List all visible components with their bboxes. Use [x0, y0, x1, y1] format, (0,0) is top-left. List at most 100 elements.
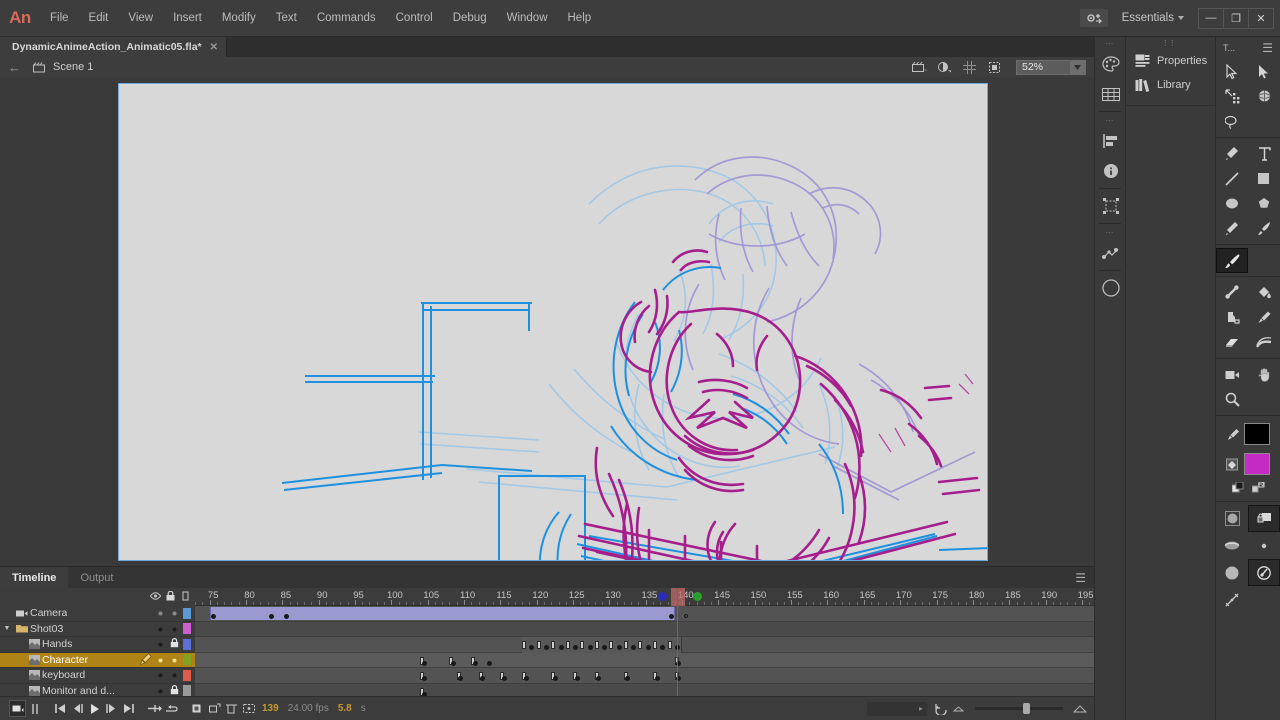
- menu-edit[interactable]: Edit: [79, 0, 119, 37]
- text-tool-icon[interactable]: [1248, 141, 1280, 166]
- keyframe-dot[interactable]: [587, 645, 593, 650]
- keyframe-marker[interactable]: [522, 641, 527, 649]
- new-folder-icon[interactable]: [206, 700, 223, 717]
- menu-view[interactable]: View: [118, 0, 163, 37]
- frame-row[interactable]: [195, 652, 1094, 668]
- layer-visibility-toggle[interactable]: [153, 608, 167, 618]
- keyframe-dot[interactable]: [596, 676, 602, 681]
- playhead-handle[interactable]: [670, 588, 685, 606]
- layer-outline-color-chip[interactable]: [183, 623, 191, 635]
- keyframe-marker[interactable]: [536, 641, 541, 649]
- lasso-tool-icon[interactable]: [1216, 109, 1248, 134]
- ink-bottle-tool-icon[interactable]: [1216, 305, 1248, 330]
- keyframe-marker[interactable]: [594, 641, 599, 649]
- loop-range-icon[interactable]: [163, 700, 180, 717]
- brush-mode-icon[interactable]: [1248, 559, 1280, 586]
- keyframe-dot[interactable]: [211, 614, 217, 619]
- play-icon[interactable]: [86, 700, 103, 717]
- layer-outline-color-chip[interactable]: [183, 654, 191, 666]
- zoom-control[interactable]: 52%: [1016, 59, 1086, 75]
- fill-color-swatch[interactable]: [1244, 453, 1270, 475]
- close-button[interactable]: ✕: [1248, 7, 1274, 29]
- tools-menu-icon[interactable]: ☰: [1262, 41, 1273, 55]
- selection-tool-icon[interactable]: [1216, 59, 1248, 84]
- keyframe-dot[interactable]: [625, 676, 631, 681]
- keyframe-dot[interactable]: [283, 614, 289, 619]
- layer-row-keyboard[interactable]: keyboard: [0, 668, 195, 684]
- edit-pencil-icon[interactable]: [139, 653, 153, 667]
- layer-visibility-toggle[interactable]: [153, 639, 167, 649]
- camera-tool-icon[interactable]: [1216, 362, 1248, 387]
- paint-bucket-tool-icon[interactable]: [1248, 280, 1280, 305]
- loop-playback-icon[interactable]: [933, 700, 950, 717]
- frame-row[interactable]: [195, 683, 1094, 696]
- keyframe-dot[interactable]: [421, 660, 427, 666]
- minimize-button[interactable]: —: [1198, 7, 1224, 29]
- pen-tool-icon[interactable]: [1216, 141, 1248, 166]
- black-white-icon[interactable]: [1231, 481, 1244, 494]
- keyframe-marker[interactable]: [653, 641, 657, 649]
- frame-row[interactable]: [195, 606, 1094, 622]
- panel-library[interactable]: Library: [1126, 73, 1215, 97]
- color-palette-icon[interactable]: [1095, 49, 1126, 79]
- frame-row[interactable]: [195, 637, 1094, 653]
- playhead[interactable]: [676, 588, 678, 696]
- keyframe-dot[interactable]: [523, 676, 529, 681]
- workspace-switcher-icon[interactable]: [1079, 9, 1108, 27]
- layer-name[interactable]: Character: [42, 654, 88, 666]
- keyframe-dot[interactable]: [487, 660, 493, 666]
- keyframe-dot[interactable]: [574, 676, 580, 681]
- keyframe-marker[interactable]: [580, 641, 585, 649]
- scene-label[interactable]: Scene 1: [53, 61, 93, 73]
- layer-name[interactable]: Hands: [42, 638, 72, 650]
- creative-cloud-icon[interactable]: [1095, 273, 1126, 303]
- layer-lock-toggle[interactable]: [167, 655, 181, 665]
- swap-colors-icon[interactable]: [1252, 481, 1265, 494]
- keyframe-marker[interactable]: [565, 641, 570, 649]
- layer-visibility-toggle[interactable]: [153, 624, 167, 634]
- chevron-down-icon[interactable]: [1070, 60, 1085, 74]
- bone-tool-icon[interactable]: [1216, 280, 1248, 305]
- keyframe-marker[interactable]: [667, 641, 672, 649]
- keyframe-marker[interactable]: [609, 641, 614, 649]
- rectangle-tool-icon[interactable]: [1248, 166, 1280, 191]
- brush-size-icon[interactable]: [1216, 559, 1248, 586]
- workspace-label[interactable]: Essentials: [1122, 12, 1174, 24]
- menu-commands[interactable]: Commands: [307, 0, 386, 37]
- stage-canvas[interactable]: [118, 83, 988, 561]
- layer-lock-toggle[interactable]: [167, 638, 181, 650]
- menu-control[interactable]: Control: [386, 0, 443, 37]
- motion-editor-icon[interactable]: [1095, 238, 1126, 268]
- swatches-icon[interactable]: [1095, 79, 1126, 109]
- brush-tool-icon[interactable]: [1248, 216, 1280, 241]
- size-dot-icon[interactable]: [1248, 532, 1280, 559]
- large-frames-icon[interactable]: [1071, 700, 1088, 717]
- step-forward-icon[interactable]: [103, 700, 120, 717]
- layer-outline-color-chip[interactable]: [183, 607, 191, 619]
- empty-keyframe-dot[interactable]: [683, 614, 688, 618]
- paint-brush-tool-icon[interactable]: [1216, 248, 1248, 273]
- current-frame-value[interactable]: 139: [262, 703, 279, 714]
- eraser-tool-icon[interactable]: [1216, 330, 1248, 355]
- polystar-tool-icon[interactable]: [1248, 191, 1280, 216]
- eye-icon[interactable]: [148, 591, 163, 603]
- scroll-right-arrow-icon[interactable]: ▸: [919, 704, 923, 713]
- panel-grip[interactable]: ⠇⠇: [1126, 37, 1215, 49]
- layer-outline-color-chip[interactable]: [183, 638, 191, 650]
- keyframe-dot[interactable]: [645, 645, 651, 650]
- keyframe-dot[interactable]: [558, 645, 564, 650]
- menu-insert[interactable]: Insert: [163, 0, 212, 37]
- keyframe-dot[interactable]: [480, 676, 486, 681]
- close-icon[interactable]: ✕: [210, 42, 218, 53]
- layer-row-camera[interactable]: Camera: [0, 606, 195, 622]
- keyframe-marker[interactable]: [623, 641, 628, 649]
- keyframe-dot[interactable]: [450, 660, 456, 666]
- stroke-color-icon[interactable]: [1222, 428, 1244, 441]
- menu-text[interactable]: Text: [266, 0, 307, 37]
- hand-tool-icon[interactable]: [1248, 362, 1280, 387]
- keyframe-dot[interactable]: [458, 676, 464, 681]
- layer-row-hands[interactable]: Hands: [0, 637, 195, 653]
- oval-tool-icon[interactable]: [1216, 191, 1248, 216]
- timeline-ruler[interactable]: 75 80 85 90 95 100 105 110 115 120 125 130 135 140 145…: [195, 588, 1094, 606]
- layer-lock-toggle[interactable]: [167, 608, 181, 618]
